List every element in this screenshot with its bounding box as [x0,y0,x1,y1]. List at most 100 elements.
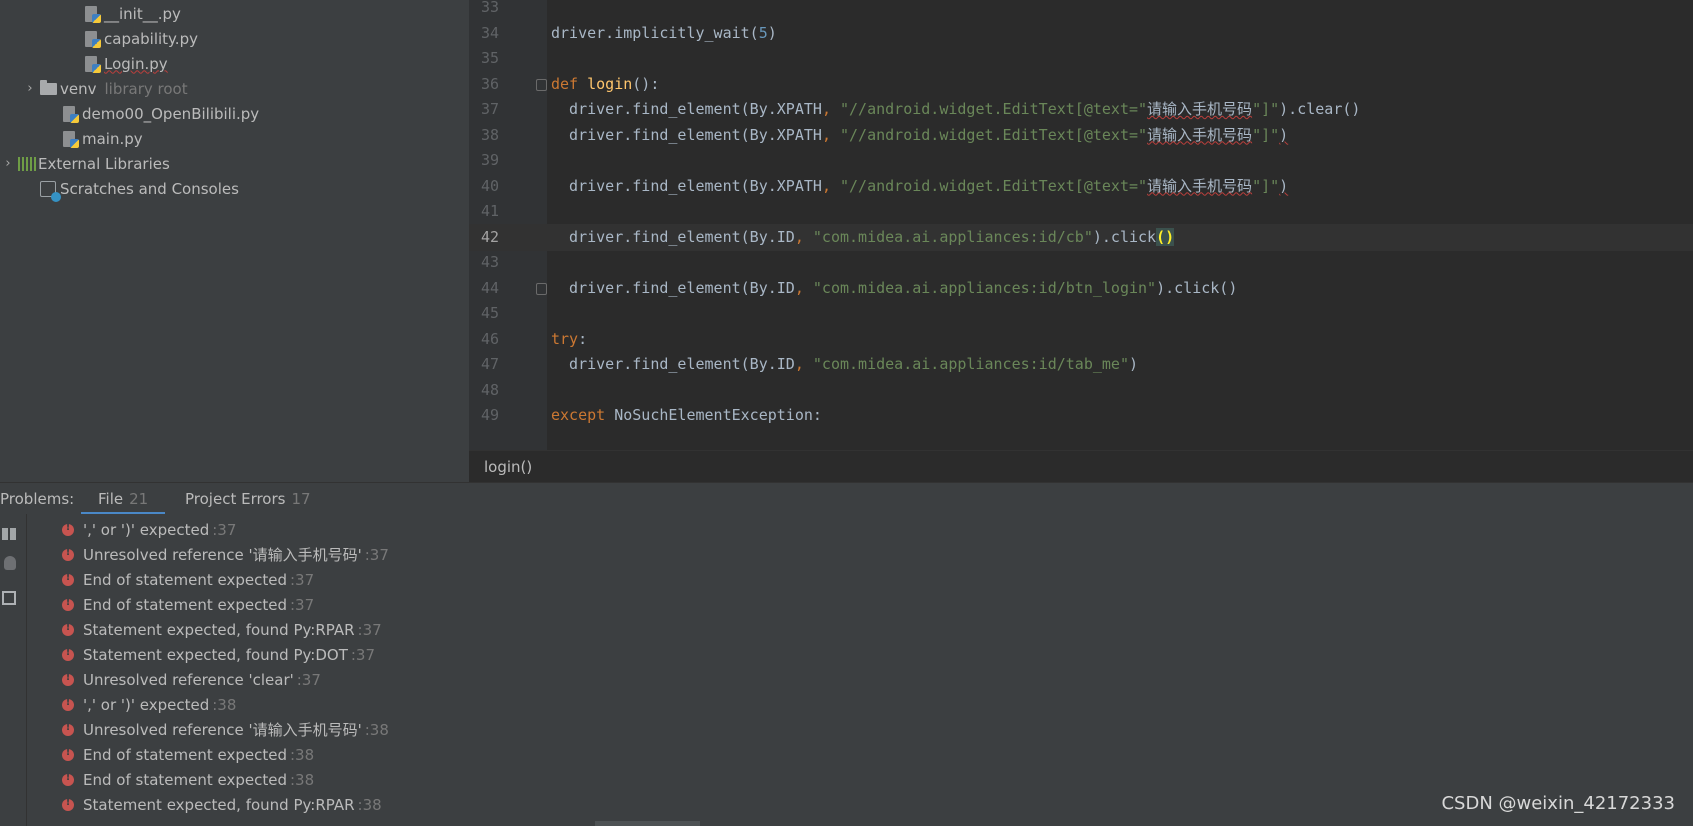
tree-item[interactable]: Scratches and Consoles [22,176,239,202]
code-line[interactable]: 41 [469,198,1693,225]
tree-item-label: main.py [82,129,143,148]
tree-item[interactable]: __init__.py [66,1,181,26]
folder-icon [38,79,58,98]
problem-item[interactable]: End of statement expected:38 [62,742,314,767]
code-token: driver.implicitly_wait( [551,23,759,42]
preview-pane-icon[interactable] [2,591,16,605]
problems-panel: CSDN @weixin_42172333 ',' or ')' expecte… [0,514,1693,826]
project-tree-panel: __init__.py capability.py Login.py › venv lib… [0,0,469,482]
code-line[interactable]: 36 def login(): [469,71,1693,98]
error-icon [62,722,74,736]
group-by-icon[interactable] [2,528,18,540]
problem-message: End of statement expected [83,595,287,614]
code-line[interactable]: 44 driver.find_element(By.ID, "com.midea… [469,275,1693,302]
lightbulb-icon[interactable] [4,556,16,570]
code-text: try: [551,326,587,353]
tab-project-errors[interactable]: Project Errors 17 [185,483,311,515]
tree-item[interactable]: › External Libraries [0,151,169,176]
line-number: 33 [480,0,499,16]
code-line[interactable]: 39 [469,147,1693,174]
problem-item[interactable]: Unresolved reference '请输入手机号码':37 [62,542,389,567]
python-file-icon [82,55,102,73]
horizontal-scrollbar[interactable] [595,821,700,826]
problem-item[interactable]: ',' or ')' expected:38 [62,692,236,717]
tree-item-label: capability.py [104,29,198,48]
code-line[interactable]: 38 driver.find_element(By.XPATH, "//andr… [469,122,1693,149]
code-text: driver.find_element(By.ID, "com.midea.ai… [551,224,1175,251]
code-line[interactable]: 34 driver.implicitly_wait(5) [469,20,1693,47]
breadcrumb-function[interactable]: login() [484,458,532,476]
problem-item[interactable]: End of statement expected:38 [62,767,314,792]
code-token: driver.find_element(By.XPATH [551,176,822,195]
code-token: 请输入手机号码 [1147,125,1253,144]
tree-item[interactable]: main.py [44,126,143,151]
problem-item[interactable]: End of statement expected:37 [62,592,314,617]
problem-location: :37 [289,570,315,589]
code-text: driver.find_element(By.ID, "com.midea.ai… [551,275,1237,302]
code-token: "//android.widget.EditText[@text=" [840,125,1148,144]
code-line[interactable]: 45 [469,300,1693,327]
tree-item[interactable]: › venv library root [22,76,188,101]
tree-item[interactable]: demo00_OpenBilibili.py [44,101,259,126]
code-editor[interactable]: 33 34 driver.implicitly_wait(5) 35 36 def log… [469,0,1693,450]
problem-message: End of statement expected [83,570,287,589]
code-token: ) [1279,125,1289,144]
problem-message: ',' or ')' expected [83,520,210,539]
code-token: login [587,74,633,93]
problem-message: End of statement expected [83,745,287,764]
tab-file-count: 21 [129,490,149,508]
code-text: except NoSuchElementException: [551,402,822,429]
code-token: , [821,100,840,118]
code-token: driver.find_element(By.XPATH [551,100,822,118]
expand-arrow-icon[interactable]: › [22,81,38,96]
problem-message: ',' or ')' expected [83,695,210,714]
code-token: ).click [1092,227,1157,246]
code-token: try [551,329,579,348]
tree-item[interactable]: Login.py [66,51,168,76]
tree-item[interactable]: capability.py [66,26,198,51]
problem-location: :38 [212,695,237,714]
error-icon [62,672,74,686]
tree-item-label: demo00_OpenBilibili.py [82,104,260,123]
python-file-icon [60,105,80,123]
problem-item[interactable]: Unresolved reference 'clear':37 [62,667,321,692]
code-token: : [578,329,588,348]
problem-message: Unresolved reference '请输入手机号码' [83,721,362,739]
problem-item[interactable]: Statement expected, found Py:DOT:37 [62,642,375,667]
tab-file[interactable]: File 21 [80,483,166,515]
problem-item[interactable]: Statement expected, found Py:RPAR:37 [62,617,382,642]
code-line[interactable]: 43 [469,249,1693,276]
problems-toolbar [0,514,27,826]
code-line[interactable]: 42 driver.find_element(By.ID, "com.midea… [469,223,1693,251]
code-token: driver.find_element(By.ID [551,227,795,246]
code-line[interactable]: 37 driver.find_element(By.XPATH, "//andr… [469,96,1693,123]
code-line[interactable]: 48 [469,377,1693,404]
code-line[interactable]: 49 except NoSuchElementException: [469,402,1693,429]
line-number: 41 [480,202,499,220]
breadcrumb[interactable]: login() [469,450,1693,483]
code-token: NoSuchElementException: [614,406,822,424]
code-token: 5 [758,23,768,42]
line-number: 44 [480,278,499,297]
code-text: driver.find_element(By.ID, "com.midea.ai… [551,351,1138,378]
line-number: 46 [480,329,499,348]
problem-item[interactable]: Unresolved reference '请输入手机号码':38 [62,717,389,742]
line-number: 34 [480,23,499,42]
problem-item[interactable]: ',' or ')' expected:37 [62,517,236,542]
code-line[interactable]: 35 [469,45,1693,72]
fold-marker-icon[interactable] [536,78,547,91]
code-token: "com.midea.ai.appliances:id/tab_me" [812,355,1129,373]
fold-marker-icon[interactable] [536,282,547,295]
problem-location: :37 [350,645,376,664]
line-number: 38 [480,125,499,144]
problem-item[interactable]: Statement expected, found Py:RPAR:38 [62,792,382,817]
problem-item[interactable]: End of statement expected:37 [62,567,314,592]
code-token: ) [1128,355,1139,373]
code-line[interactable]: 33 [469,0,1693,21]
code-line[interactable]: 47 driver.find_element(By.ID, "com.midea… [469,351,1693,378]
code-line[interactable]: 46 try: [469,326,1693,353]
code-token: "//android.widget.EditText[@text=" [840,176,1148,195]
error-icon [62,747,74,761]
expand-arrow-icon[interactable]: › [0,156,16,171]
code-line[interactable]: 40 driver.find_element(By.XPATH, "//andr… [469,173,1693,200]
